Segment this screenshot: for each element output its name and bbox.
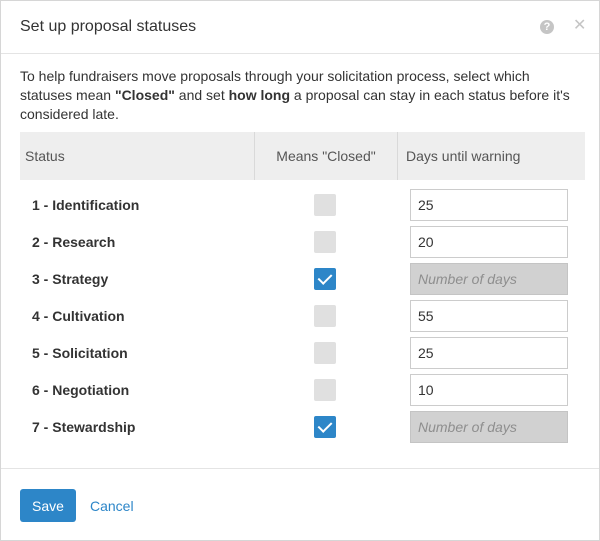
column-header-days-until-warning: Days until warning	[397, 132, 585, 180]
proposal-status-dialog: Set up proposal statuses ? ✕ To help fun…	[0, 0, 600, 541]
status-row-cultivation: 4 - Cultivation	[1, 298, 599, 335]
means-closed-checkbox[interactable]	[314, 231, 336, 253]
means-closed-checkbox[interactable]	[314, 416, 336, 438]
intro-part-2: and set	[174, 87, 229, 103]
means-closed-checkbox[interactable]	[314, 194, 336, 216]
status-label: 1 - Identification	[32, 197, 140, 213]
cancel-link[interactable]: Cancel	[90, 498, 134, 514]
status-row-strategy: 3 - Strategy	[1, 261, 599, 298]
days-until-warning-input[interactable]	[410, 189, 568, 221]
close-icon[interactable]: ✕	[573, 18, 586, 34]
status-label: 2 - Research	[32, 234, 116, 250]
status-row-stewardship: 7 - Stewardship	[1, 409, 599, 446]
check-icon	[317, 418, 333, 433]
days-until-warning-input[interactable]	[410, 337, 568, 369]
intro-bold-closed: "Closed"	[114, 87, 175, 103]
check-icon	[317, 270, 333, 285]
intro-bold-how-long: how long	[228, 87, 291, 103]
status-row-negotiation: 6 - Negotiation	[1, 372, 599, 409]
means-closed-checkbox[interactable]	[314, 342, 336, 364]
status-label: 5 - Solicitation	[32, 345, 128, 361]
status-row-identification: 1 - Identification	[1, 187, 599, 224]
status-label: 4 - Cultivation	[32, 308, 125, 324]
dialog-header: Set up proposal statuses ? ✕	[1, 1, 599, 54]
column-header-status: Status	[25, 148, 65, 164]
column-header-means-closed: Means "Closed"	[254, 132, 397, 180]
help-icon[interactable]: ?	[540, 20, 554, 34]
status-row-solicitation: 5 - Solicitation	[1, 335, 599, 372]
days-until-warning-input[interactable]	[410, 411, 568, 443]
dialog-title: Set up proposal statuses	[20, 18, 197, 35]
status-label: 6 - Negotiation	[32, 382, 130, 398]
means-closed-checkbox[interactable]	[314, 379, 336, 401]
dialog-footer: Save Cancel	[1, 468, 599, 541]
status-label: 3 - Strategy	[32, 271, 109, 287]
intro-text: To help fundraisers move proposals throu…	[20, 67, 580, 124]
days-until-warning-input[interactable]	[410, 374, 568, 406]
days-until-warning-input[interactable]	[410, 300, 568, 332]
means-closed-checkbox[interactable]	[314, 305, 336, 327]
status-row-research: 2 - Research	[1, 224, 599, 261]
status-label: 7 - Stewardship	[32, 419, 136, 435]
save-button[interactable]: Save	[20, 489, 76, 522]
days-until-warning-input[interactable]	[410, 263, 568, 295]
means-closed-checkbox[interactable]	[314, 268, 336, 290]
days-until-warning-input[interactable]	[410, 226, 568, 258]
table-header: Status Means "Closed" Days until warning	[20, 132, 585, 180]
